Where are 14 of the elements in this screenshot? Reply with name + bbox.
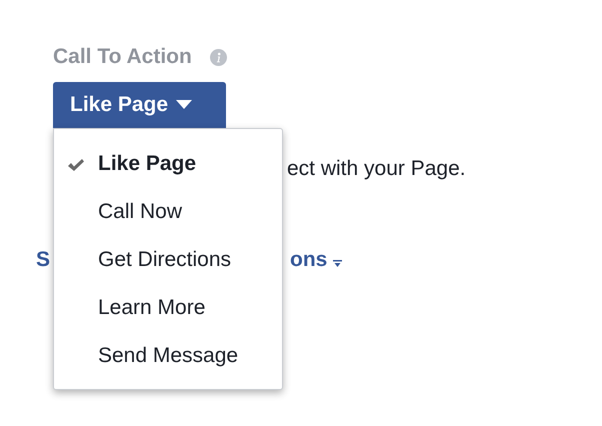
menu-item[interactable]: Like Page [54, 140, 282, 188]
field-label: Call To Action [53, 45, 192, 69]
checkmark-icon [67, 158, 85, 172]
menu-item[interactable]: Learn More [54, 284, 282, 332]
link-text[interactable]: ons [290, 248, 328, 272]
call-to-action-dropdown[interactable]: Like Page [53, 82, 226, 128]
link-text[interactable]: S [36, 248, 50, 272]
caret-icon [176, 100, 192, 110]
menu-item[interactable]: Call Now [54, 188, 282, 236]
caret-icon [333, 260, 342, 266]
info-icon[interactable] [210, 48, 227, 66]
description-text: ect with your Page. [287, 157, 466, 180]
menu-item[interactable]: Send Message [54, 332, 282, 380]
menu-item[interactable]: Get Directions [54, 236, 282, 284]
